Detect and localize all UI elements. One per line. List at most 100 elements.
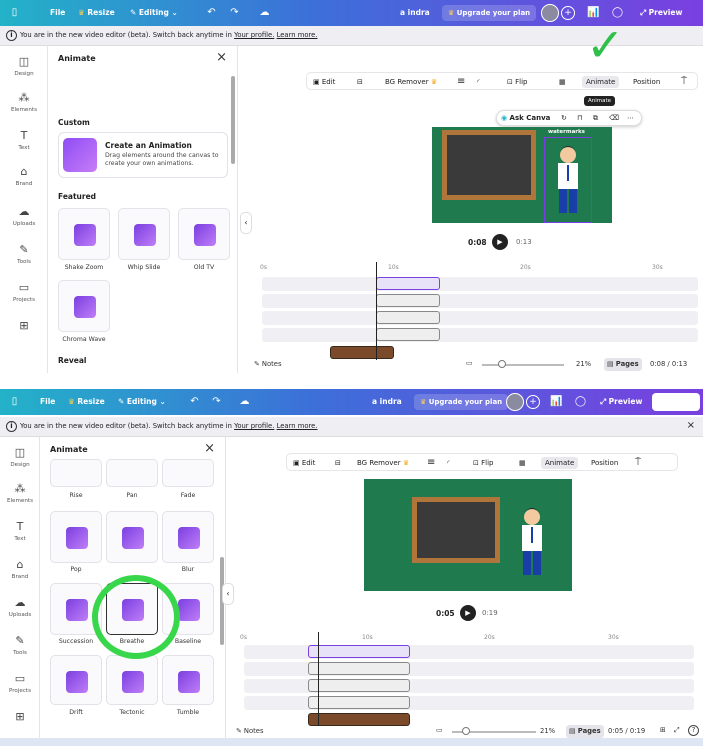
profile-link[interactable]: Your profile.	[234, 422, 274, 430]
bg-remover-button[interactable]: BG Remover ♛	[385, 76, 437, 88]
position-button[interactable]: Position	[633, 76, 660, 88]
pages-button[interactable]: ▤ Pages	[604, 358, 642, 371]
lock-icon[interactable]: ⊓	[577, 112, 582, 124]
playhead[interactable]	[376, 262, 377, 360]
play-button[interactable]: ▶	[492, 234, 508, 250]
animate-button[interactable]: Animate	[541, 457, 579, 469]
transparency-icon[interactable]: ▦	[559, 76, 566, 88]
profile-link[interactable]: Your profile.	[234, 31, 274, 39]
animation-tile-whip-slide[interactable]	[118, 208, 170, 260]
panel-scrollbar[interactable]	[231, 76, 235, 164]
flip-button[interactable]: ⊡ Flip	[507, 76, 527, 88]
animation-tile-rise[interactable]	[50, 459, 102, 487]
notes-button[interactable]: ✎ Notes	[236, 727, 264, 735]
timeline-clip[interactable]	[308, 679, 410, 692]
comment-icon[interactable]: ◯	[574, 395, 587, 408]
trash-icon[interactable]: ⌫	[609, 112, 619, 124]
fit-icon[interactable]: ▭	[466, 359, 472, 367]
corner-rounding-icon[interactable]: ◜	[477, 76, 480, 88]
animation-tile-blur[interactable]	[162, 511, 214, 563]
timeline-clip[interactable]	[376, 294, 440, 307]
paint-roller-icon[interactable]: ⍑	[681, 76, 687, 88]
rail-item-design[interactable]: ◫ Design	[0, 443, 40, 479]
animation-tile-wipe[interactable]	[106, 511, 158, 563]
rail-item-text[interactable]: T Text	[0, 126, 48, 162]
crop-icon[interactable]: ⊟	[335, 457, 341, 469]
pages-button[interactable]: ▤ Pages	[566, 725, 604, 738]
sidebar-toggle-icon[interactable]: ▯	[8, 395, 21, 408]
animation-tile-tectonic[interactable]	[106, 655, 158, 705]
upgrade-button[interactable]: ♛ Upgrade your plan	[442, 5, 537, 21]
rail-item-projects[interactable]: ▭ Projects	[0, 278, 48, 314]
animation-tile-fade[interactable]	[162, 459, 214, 487]
crop-icon[interactable]: ⊟	[357, 76, 363, 88]
upgrade-button[interactable]: ♛ Upgrade your plan	[414, 394, 509, 410]
create-animation-card[interactable]: Create an Animation Drag elements around…	[58, 132, 228, 178]
redo-icon[interactable]: ↷	[210, 395, 223, 408]
design-canvas[interactable]	[364, 479, 572, 591]
rail-item-text[interactable]: T Text	[0, 517, 40, 553]
animation-tile-chroma-wave[interactable]	[58, 280, 110, 332]
fullscreen-icon[interactable]: ⤢	[674, 726, 679, 735]
preview-button[interactable]: ⤢ Preview	[600, 395, 642, 409]
position-button[interactable]: Position	[591, 457, 618, 469]
fit-icon[interactable]: ▭	[436, 726, 442, 734]
duplicate-icon[interactable]: ⧉	[593, 112, 598, 124]
rail-item-elements[interactable]: ⁂ Elements	[0, 88, 48, 124]
cloud-save-icon[interactable]: ☁	[238, 395, 251, 408]
timeline-clip[interactable]	[376, 311, 440, 324]
rail-item-design[interactable]: ◫ Design	[0, 52, 48, 88]
undo-icon[interactable]: ↶	[205, 6, 218, 19]
cloud-save-icon[interactable]: ☁	[258, 6, 271, 19]
share-button[interactable]: ⇪ Share	[652, 393, 700, 411]
timeline-clip[interactable]	[308, 696, 410, 709]
edit-button[interactable]: ▣ Edit	[293, 457, 315, 469]
rail-item-projects[interactable]: ▭ Projects	[0, 669, 40, 705]
timeline-clip[interactable]	[376, 277, 440, 290]
sidebar-toggle-icon[interactable]: ▯	[8, 6, 21, 19]
rotate-icon[interactable]: ↻	[561, 112, 567, 124]
notes-button[interactable]: ✎ Notes	[254, 360, 282, 368]
add-collaborator-icon[interactable]: +	[526, 395, 540, 409]
animate-button[interactable]: Animate	[582, 76, 620, 88]
corner-rounding-icon[interactable]: ◜	[447, 457, 450, 469]
edit-button[interactable]: ▣ Edit	[313, 76, 335, 88]
rail-item-tools[interactable]: ✎ Tools	[0, 240, 48, 276]
flip-button[interactable]: ⊡ Flip	[473, 457, 493, 469]
play-button[interactable]: ▶	[460, 605, 476, 621]
rail-item-elements[interactable]: ⁂ Elements	[0, 479, 40, 515]
chalkboard-image[interactable]	[442, 130, 536, 200]
animation-tile-old-tv[interactable]	[178, 208, 230, 260]
animation-tile-tumble[interactable]	[162, 655, 214, 705]
file-menu[interactable]: File	[50, 6, 65, 20]
resize-button[interactable]: ♛ Resize	[78, 6, 115, 20]
add-collaborator-icon[interactable]: +	[561, 6, 575, 20]
animation-tile-pop[interactable]	[50, 511, 102, 563]
insights-icon[interactable]: 📊	[550, 395, 563, 408]
rail-item-uploads[interactable]: ☁ Uploads	[0, 593, 40, 629]
zoom-knob[interactable]	[498, 360, 506, 368]
menu-lines-icon[interactable]: ≡	[457, 76, 465, 88]
ask-canva-button[interactable]: ◉ Ask Canva	[501, 112, 550, 124]
undo-icon[interactable]: ↶	[188, 395, 201, 408]
help-icon[interactable]: ?	[688, 725, 699, 736]
transparency-icon[interactable]: ▦	[519, 457, 526, 469]
close-icon[interactable]: ×	[204, 441, 215, 456]
zoom-slider[interactable]	[482, 364, 564, 366]
animation-tile-drift[interactable]	[50, 655, 102, 705]
more-options-icon[interactable]: ⋯	[627, 112, 634, 124]
timeline-clip[interactable]	[308, 662, 410, 675]
editing-menu[interactable]: ✎ Editing ⌄	[130, 6, 178, 20]
timeline-clip[interactable]	[308, 645, 410, 658]
avatar[interactable]	[541, 4, 559, 22]
resize-button[interactable]: ♛ Resize	[68, 395, 105, 409]
paint-roller-icon[interactable]: ⍑	[635, 457, 641, 469]
learn-more-link[interactable]: Learn more.	[277, 422, 318, 430]
rail-item-uploads[interactable]: ☁ Uploads	[0, 202, 48, 238]
avatar[interactable]	[506, 393, 524, 411]
rail-item-brand[interactable]: ⌂ Brand	[0, 162, 48, 198]
playhead[interactable]	[318, 632, 319, 726]
rail-item-tools[interactable]: ✎ Tools	[0, 631, 40, 667]
menu-lines-icon[interactable]: ≡	[427, 457, 435, 469]
close-icon[interactable]: ×	[687, 420, 695, 431]
